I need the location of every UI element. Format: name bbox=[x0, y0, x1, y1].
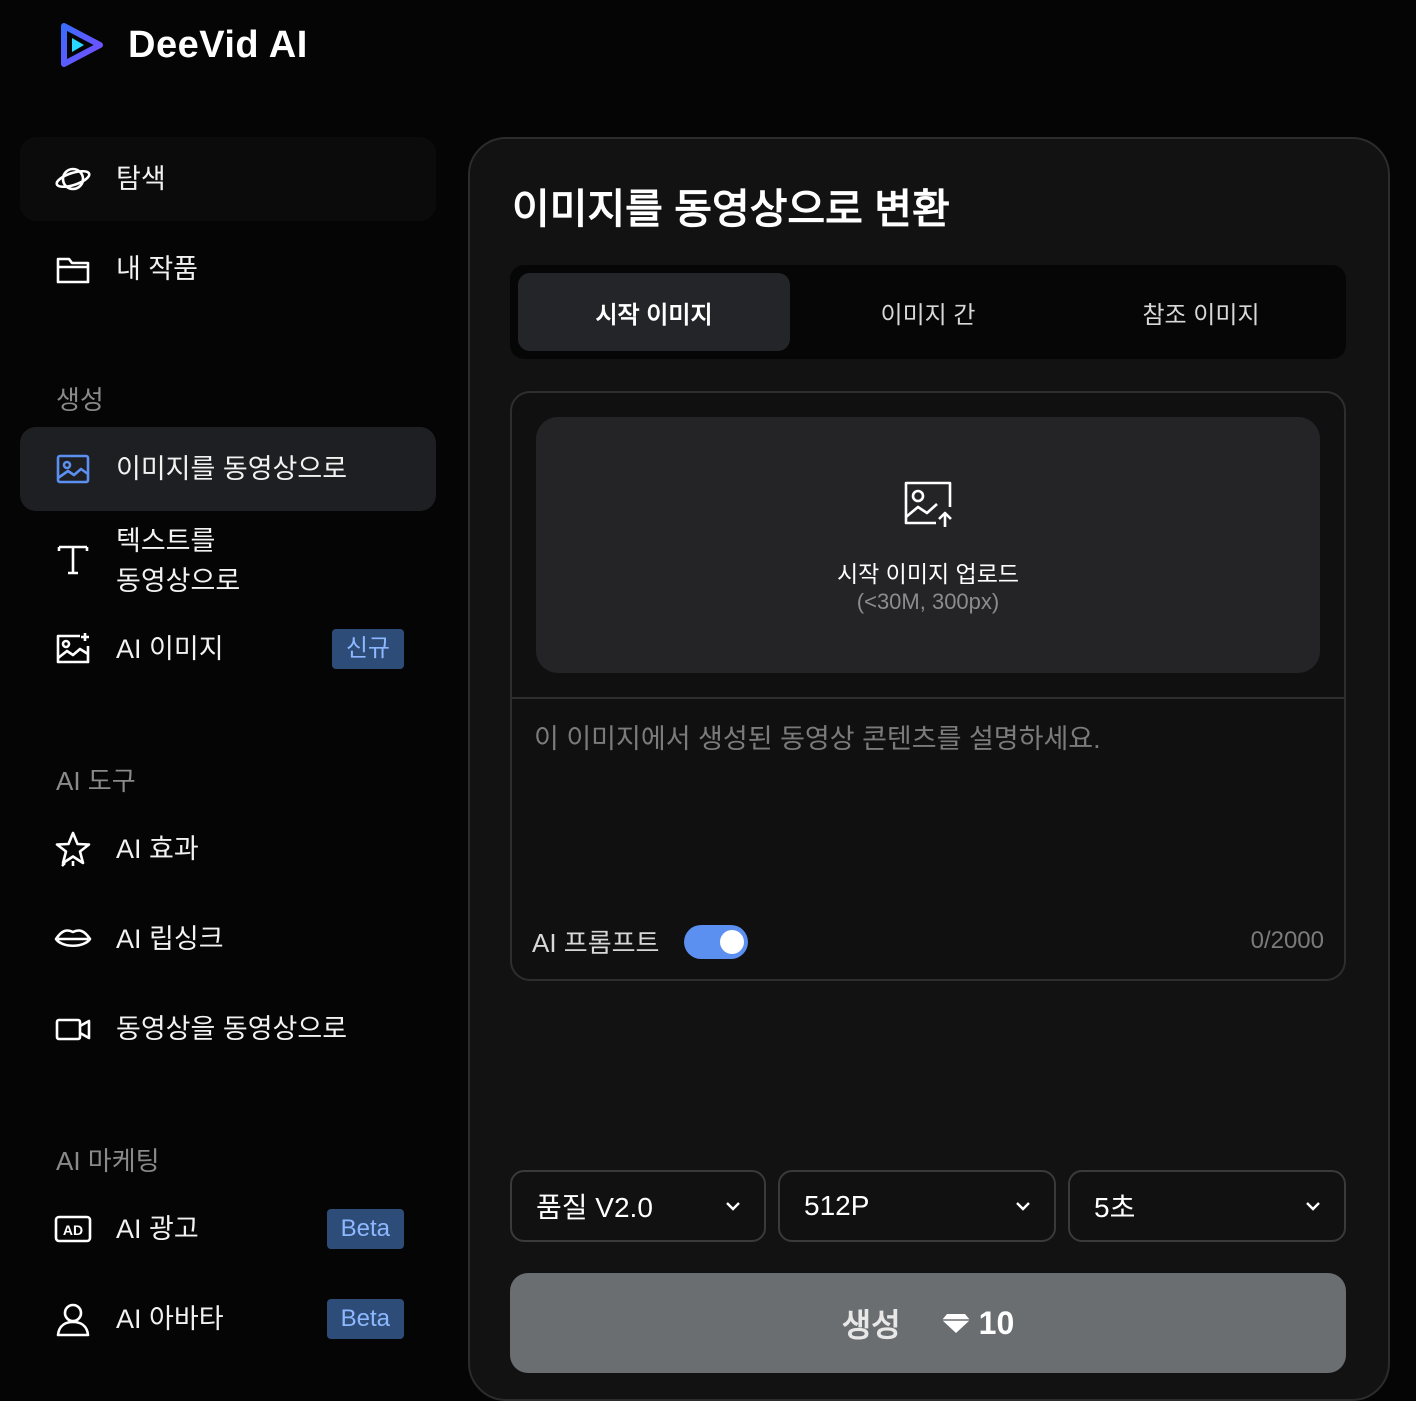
chevron-down-icon bbox=[726, 1202, 740, 1211]
sidebar-item-label: AI 아바타 bbox=[116, 1304, 224, 1334]
image-dropzone[interactable]: 시작 이미지 업로드 (<30M, 300px) bbox=[536, 417, 1320, 673]
brand-name: DeeVid AI bbox=[128, 23, 308, 66]
avatar-icon bbox=[54, 1300, 92, 1338]
section-title-create: 생성 bbox=[56, 385, 104, 415]
select-value: 512P bbox=[804, 1190, 870, 1221]
generate-button[interactable]: 생성 10 bbox=[510, 1273, 1346, 1373]
beta-badge: Beta bbox=[326, 1299, 404, 1339]
logo[interactable]: DeeVid AI bbox=[50, 16, 308, 74]
upload-title: 시작 이미지 업로드 bbox=[836, 561, 1020, 587]
beta-badge: Beta bbox=[326, 1209, 404, 1249]
sidebar-item-label: AI 립싱크 bbox=[116, 924, 224, 954]
upload-hint: (<30M, 300px) bbox=[856, 589, 1000, 614]
image-icon bbox=[54, 450, 92, 488]
sidebar-item-ai-effects[interactable]: AI 효과 bbox=[20, 807, 436, 891]
sidebar-item-label: 이미지를 동영상으로 bbox=[116, 454, 348, 484]
toggle-knob bbox=[720, 930, 744, 954]
tab-start-image[interactable]: 시작 이미지 bbox=[518, 273, 790, 351]
sidebar-item-ai-avatar[interactable]: AI 아바타 Beta bbox=[20, 1277, 436, 1361]
sidebar-item-label: AI 이미지 bbox=[116, 634, 224, 664]
text-icon bbox=[54, 540, 92, 578]
select-value: 5초 bbox=[1094, 1192, 1136, 1223]
tab-between-images[interactable]: 이미지 간 bbox=[792, 273, 1064, 351]
star-icon bbox=[54, 830, 92, 868]
char-counter: 0/2000 bbox=[1250, 927, 1324, 954]
select-value: 품질 V2.0 bbox=[536, 1192, 653, 1223]
sidebar-item-ai-lipsync[interactable]: AI 립싱크 bbox=[20, 897, 436, 981]
main-panel: 이미지를 동영상으로 변환 시작 이미지 이미지 간 참조 이미지 시작 이미지… bbox=[468, 137, 1390, 1401]
chevron-down-icon bbox=[1016, 1202, 1030, 1211]
diamond-icon bbox=[941, 1314, 970, 1333]
resolution-select[interactable]: 512P bbox=[778, 1170, 1056, 1242]
sidebar-item-my-works[interactable]: 내 작품 bbox=[20, 227, 436, 311]
ad-icon: AD bbox=[54, 1210, 92, 1248]
sidebar-item-label: 내 작품 bbox=[116, 254, 199, 284]
lips-icon bbox=[54, 920, 92, 958]
deevid-logo-icon bbox=[52, 16, 103, 74]
sidebar-item-ai-ads[interactable]: AD AI 광고 Beta bbox=[20, 1187, 436, 1271]
mode-tabs: 시작 이미지 이미지 간 참조 이미지 bbox=[510, 265, 1346, 359]
duration-select[interactable]: 5초 bbox=[1068, 1170, 1346, 1242]
ai-prompt-label: AI 프롬프트 bbox=[532, 928, 660, 958]
tab-reference-image[interactable]: 참조 이미지 bbox=[1065, 273, 1337, 351]
sidebar-item-label: AI 효과 bbox=[116, 834, 199, 864]
credit-cost: 10 bbox=[978, 1304, 1015, 1341]
prompt-input[interactable] bbox=[532, 715, 1316, 889]
label-line-1: 텍스트를 bbox=[116, 526, 216, 556]
sidebar-item-explore[interactable]: 탐색 bbox=[20, 137, 436, 221]
sidebar-item-video-to-video[interactable]: 동영상을 동영상으로 bbox=[20, 987, 436, 1071]
ai-prompt-toggle[interactable] bbox=[684, 925, 748, 959]
video-camera-icon bbox=[54, 1010, 92, 1048]
planet-icon bbox=[54, 160, 92, 198]
section-title-ai-tools: AI 도구 bbox=[56, 766, 136, 796]
sidebar-item-text-to-video[interactable]: 텍스트를동영상으로 bbox=[20, 517, 436, 601]
chevron-down-icon bbox=[1306, 1202, 1320, 1211]
divider bbox=[512, 697, 1344, 699]
sidebar-item-ai-image[interactable]: AI 이미지 신규 bbox=[20, 607, 436, 691]
sidebar-item-label: AI 광고 bbox=[116, 1214, 199, 1244]
label-line-2: 동영상으로 bbox=[116, 566, 241, 596]
svg-text:AD: AD bbox=[63, 1222, 83, 1238]
sidebar-item-label: 동영상을 동영상으로 bbox=[116, 1014, 348, 1044]
input-card: 시작 이미지 업로드 (<30M, 300px) AI 프롬프트 0/2000 bbox=[510, 391, 1346, 981]
sidebar-item-image-to-video[interactable]: 이미지를 동영상으로 bbox=[20, 427, 436, 511]
generate-label: 생성 bbox=[841, 1307, 901, 1343]
page-title: 이미지를 동영상으로 변환 bbox=[512, 186, 950, 232]
ai-image-icon bbox=[54, 630, 92, 668]
folder-icon bbox=[54, 250, 92, 288]
sidebar-item-label: 텍스트를동영상으로 bbox=[116, 521, 240, 601]
section-title-ai-marketing: AI 마케팅 bbox=[56, 1146, 160, 1176]
quality-select[interactable]: 품질 V2.0 bbox=[510, 1170, 766, 1242]
sidebar-item-label: 탐색 bbox=[116, 164, 166, 194]
upload-image-icon bbox=[904, 481, 952, 527]
new-badge: 신규 bbox=[331, 629, 404, 669]
